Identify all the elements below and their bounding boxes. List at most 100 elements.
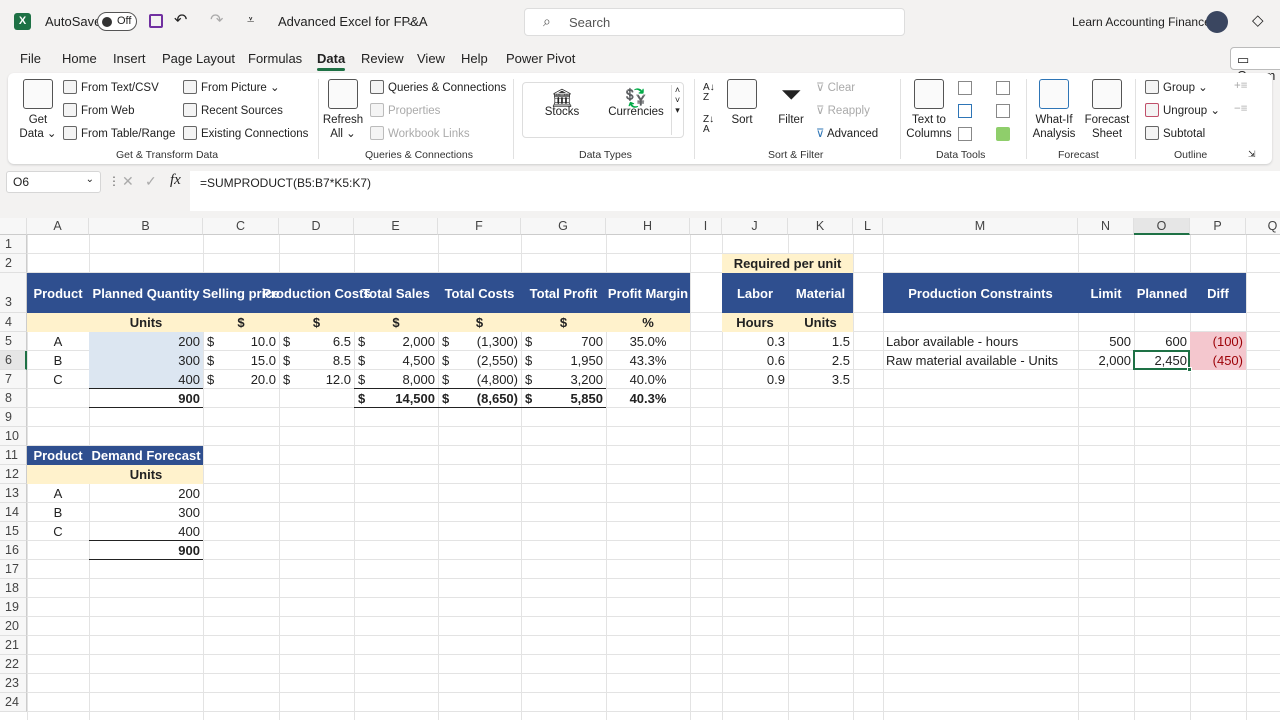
gallery-scroll[interactable]: ˄ ˅ ▾: [671, 85, 683, 135]
cell-J3[interactable]: Labor: [722, 273, 788, 313]
remove-duplicates-icon[interactable]: [958, 104, 972, 118]
from-text-csv-button[interactable]: From Text/CSV: [63, 80, 159, 94]
cell-B7[interactable]: 400: [89, 370, 203, 389]
from-picture-button[interactable]: From Picture ⌄: [183, 80, 280, 94]
cell-M6[interactable]: Raw material available - Units: [883, 351, 1078, 370]
sort-z-a-button[interactable]: Z↓ A: [703, 115, 714, 135]
cell-B13[interactable]: 200: [89, 484, 203, 503]
row-header-7[interactable]: 7: [0, 370, 27, 389]
cell-G6[interactable]: $1,950: [521, 351, 606, 370]
currencies-button[interactable]: 💱 Currencies: [605, 89, 667, 119]
cell-A13[interactable]: A: [27, 484, 89, 503]
column-header-C[interactable]: C: [203, 218, 279, 235]
select-all-button[interactable]: [0, 218, 27, 235]
tab-formulas[interactable]: Formulas: [248, 51, 302, 66]
cell-A15[interactable]: C: [27, 522, 89, 541]
cell-G4[interactable]: $: [521, 313, 606, 332]
reapply-button[interactable]: ⊽ Reapply: [816, 103, 870, 117]
from-web-button[interactable]: From Web: [63, 103, 134, 117]
column-header-M[interactable]: M: [883, 218, 1078, 235]
cell-C5[interactable]: $10.0: [203, 332, 279, 351]
refresh-all-button[interactable]: Refresh All ⌄: [322, 79, 364, 141]
column-header-E[interactable]: E: [354, 218, 438, 235]
cell-K3[interactable]: Material: [788, 273, 853, 313]
cell-A7[interactable]: C: [27, 370, 89, 389]
group-button[interactable]: Group ⌄: [1145, 80, 1208, 94]
workbook-links-button[interactable]: Workbook Links: [370, 126, 470, 140]
cell-A6[interactable]: B: [27, 351, 89, 370]
tab-file[interactable]: File: [20, 51, 41, 66]
row-header-21[interactable]: 21: [0, 636, 27, 655]
tab-insert[interactable]: Insert: [113, 51, 146, 66]
cell-H3[interactable]: Profit Margin: [606, 273, 690, 313]
fill-handle[interactable]: [1187, 367, 1192, 372]
row-header-9[interactable]: 9: [0, 408, 27, 427]
cell-E3[interactable]: Total Sales: [354, 273, 438, 313]
forecast-sheet-button[interactable]: Forecast Sheet: [1084, 79, 1130, 141]
autosave-toggle[interactable]: Off: [97, 12, 137, 31]
cell-G5[interactable]: $700: [521, 332, 606, 351]
tab-view[interactable]: View: [417, 51, 445, 66]
enter-icon[interactable]: ✓: [145, 173, 157, 190]
row-header-5[interactable]: 5: [0, 332, 27, 351]
row-header-3[interactable]: 3: [0, 273, 27, 313]
data-model-icon[interactable]: [996, 127, 1010, 141]
row-header-4[interactable]: 4: [0, 313, 27, 332]
column-header-N[interactable]: N: [1078, 218, 1134, 235]
row-header-18[interactable]: 18: [0, 579, 27, 598]
row-header-17[interactable]: 17: [0, 560, 27, 579]
insert-function-icon[interactable]: fx: [170, 172, 181, 189]
save-icon[interactable]: [149, 14, 163, 28]
cell-C7[interactable]: $20.0: [203, 370, 279, 389]
row-header-10[interactable]: 10: [0, 427, 27, 446]
cell-G8[interactable]: $5,850: [521, 389, 606, 408]
cell-F3[interactable]: Total Costs: [438, 273, 521, 313]
cell-H7[interactable]: 40.0%: [606, 370, 690, 389]
cell-B11[interactable]: Demand Forecast: [89, 446, 203, 465]
column-header-K[interactable]: K: [788, 218, 853, 235]
spreadsheet-grid[interactable]: A B C D E F G H I J K L M N O P Q 1 2 3 4 5 6 7 8 9 10 11 12 13 14 15 16…: [0, 218, 1280, 720]
cell-H5[interactable]: 35.0%: [606, 332, 690, 351]
subtotal-button[interactable]: Subtotal: [1145, 126, 1205, 140]
cell-C4[interactable]: $: [203, 313, 279, 332]
data-validation-icon[interactable]: [958, 127, 972, 141]
cell-F6[interactable]: $ (2,550): [438, 351, 521, 370]
cell-E7[interactable]: $8,000: [354, 370, 438, 389]
get-data-button[interactable]: Get Data ⌄: [18, 79, 58, 141]
cell-P3[interactable]: Diff: [1190, 273, 1246, 313]
cell-P5[interactable]: (100): [1190, 332, 1246, 351]
cell-D3[interactable]: Production Costs: [262, 273, 370, 313]
queries-connections-button[interactable]: Queries & Connections: [370, 80, 506, 94]
diamond-icon[interactable]: ◇: [1252, 11, 1264, 29]
row-header-24[interactable]: 24: [0, 693, 27, 712]
ungroup-button[interactable]: Ungroup ⌄: [1145, 103, 1220, 117]
tab-review[interactable]: Review: [361, 51, 404, 66]
cell-O5[interactable]: 600: [1134, 332, 1190, 351]
cell-H8[interactable]: 40.3%: [606, 389, 690, 408]
cell-F5[interactable]: $ (1,300): [438, 332, 521, 351]
row-header-1[interactable]: 1: [0, 235, 27, 254]
cell-M3[interactable]: Production Constraints: [883, 273, 1078, 313]
cell-N5[interactable]: 500: [1078, 332, 1134, 351]
row-header-6[interactable]: 6: [0, 351, 27, 370]
recent-sources-button[interactable]: Recent Sources: [183, 103, 283, 117]
cell-B12[interactable]: Units: [89, 465, 203, 484]
row-header-15[interactable]: 15: [0, 522, 27, 541]
cell-E5[interactable]: $2,000: [354, 332, 438, 351]
cell-G7[interactable]: $3,200: [521, 370, 606, 389]
cell-A3[interactable]: Product: [27, 273, 89, 313]
name-box[interactable]: O6 ⌄: [6, 171, 101, 193]
row-header-8[interactable]: 8: [0, 389, 27, 408]
cell-C6[interactable]: $15.0: [203, 351, 279, 370]
cell-H6[interactable]: 43.3%: [606, 351, 690, 370]
cell-B4[interactable]: Units: [89, 313, 203, 332]
consolidate-icon[interactable]: [996, 81, 1010, 95]
cell-O3[interactable]: Planned: [1134, 273, 1190, 313]
tab-power-pivot[interactable]: Power Pivot: [506, 51, 575, 66]
show-detail-icon[interactable]: +≡: [1234, 80, 1247, 92]
properties-button[interactable]: Properties: [370, 103, 440, 117]
what-if-analysis-button[interactable]: What-If Analysis: [1028, 79, 1080, 141]
column-header-B[interactable]: B: [89, 218, 203, 235]
search-input[interactable]: ⌕ Search: [524, 8, 905, 36]
tab-page-layout[interactable]: Page Layout: [162, 51, 235, 66]
